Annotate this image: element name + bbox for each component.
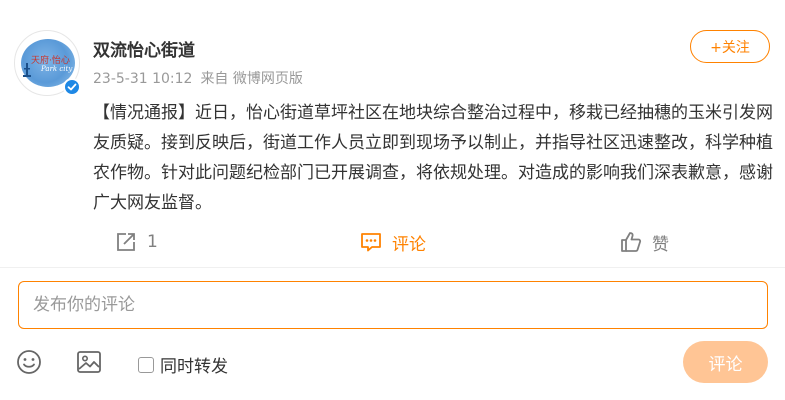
post-time[interactable]: 23-5-31 10:12 — [93, 71, 192, 87]
comment-button[interactable]: 评论 — [360, 227, 426, 257]
weibo-post: 天府·怡心 Park city 双流怡心街道 23-5-31 10:12 来自 微… — [0, 0, 785, 268]
comment-icon — [361, 233, 381, 252]
share-icon — [117, 233, 135, 251]
divider — [0, 267, 785, 268]
tower-icon — [23, 63, 31, 77]
like-button[interactable]: 赞 — [620, 227, 669, 257]
post-meta: 23-5-31 10:12 来自 微博网页版 — [93, 68, 311, 88]
repost-count: 1 — [147, 232, 158, 252]
follow-button[interactable]: +关注 — [690, 30, 770, 63]
comment-label: 评论 — [392, 234, 426, 255]
repost-button[interactable]: 1 — [115, 227, 158, 257]
like-label: 赞 — [652, 234, 669, 255]
image-icon[interactable] — [76, 349, 102, 375]
repost-checkbox[interactable]: 同时转发 — [138, 352, 228, 377]
post-source: 来自 微博网页版 — [200, 71, 303, 87]
submit-comment-button[interactable]: 评论 — [683, 341, 768, 383]
action-bar: 1 评论 赞 — [0, 227, 785, 257]
verified-badge-icon — [63, 78, 81, 96]
emoji-icon[interactable] — [16, 349, 42, 375]
post-content: 【情况通报】近日，怡心街道草坪社区在地块综合整治过程中，移栽已经抽穗的玉米引发网… — [93, 103, 773, 213]
repost-checkbox-label: 同时转发 — [160, 357, 228, 377]
avatar-logo-subtext: Park city — [41, 65, 73, 73]
composer-toolbar: 同时转发 评论 — [0, 340, 785, 384]
checkbox-box[interactable] — [138, 356, 154, 373]
author-name[interactable]: 双流怡心街道 — [93, 36, 195, 61]
thumbs-up-icon — [621, 232, 642, 252]
comment-input[interactable] — [18, 281, 768, 329]
